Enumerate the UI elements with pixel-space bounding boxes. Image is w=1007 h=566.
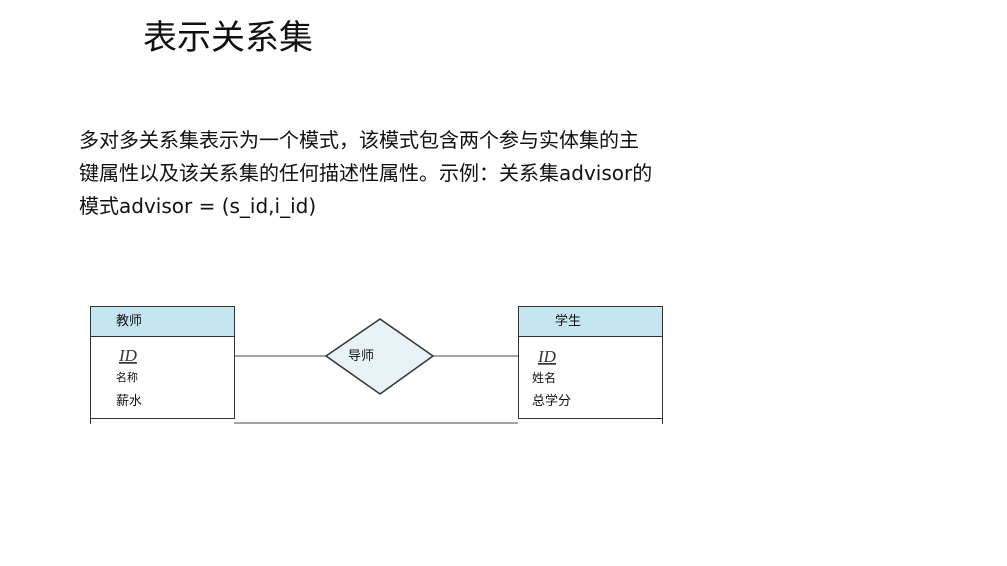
relationship-name: 导师: [348, 349, 374, 364]
entity-key: ID: [537, 347, 557, 366]
entity-name: 学生: [555, 313, 581, 329]
entity-header: [518, 306, 663, 337]
entity-attribute: 姓名: [532, 370, 556, 385]
entity-name: 教师: [116, 313, 142, 329]
entity-attribute: 总学分: [532, 393, 571, 409]
er-diagram: 教师 ID 名称 薪水 导师 学生 ID 姓名 总学分: [90, 306, 663, 424]
entity-student: 学生 ID 姓名 总学分: [518, 306, 663, 424]
relationship-advisor: 导师: [324, 318, 435, 395]
entity-header: [90, 306, 235, 337]
relationship-diamond: [324, 318, 435, 395]
entity-instructor: 教师 ID 名称 薪水: [90, 306, 235, 424]
entity-key: ID: [118, 346, 138, 365]
entity-attribute: 薪水: [116, 394, 142, 409]
entity-attribute: 名称: [116, 370, 138, 384]
